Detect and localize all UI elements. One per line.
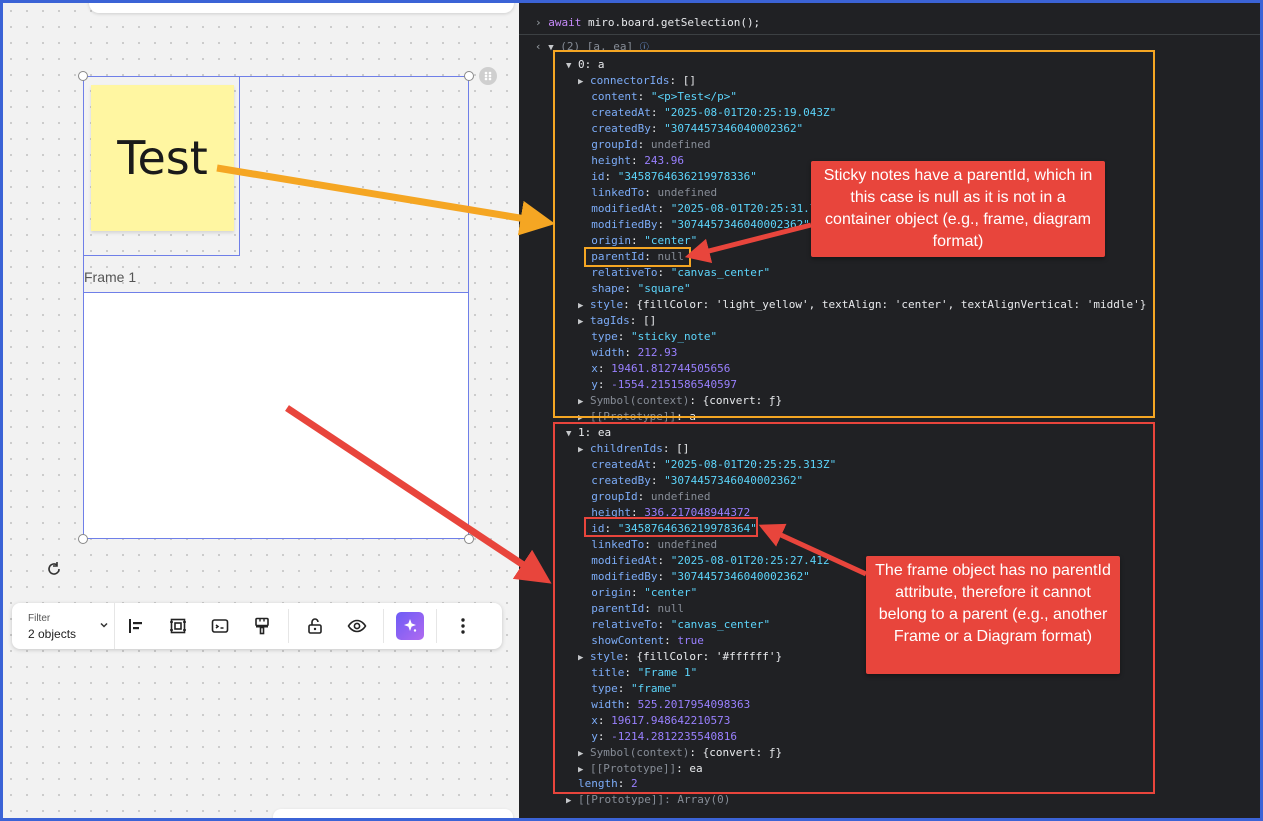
filter-value: 2 objects bbox=[28, 627, 77, 641]
frame-label[interactable]: Frame 1 bbox=[84, 269, 136, 285]
toolbar-divider bbox=[436, 609, 437, 643]
callout-sticky-parentid: Sticky notes have a parentId, which in t… bbox=[811, 161, 1105, 257]
drag-handle-icon[interactable] bbox=[479, 67, 497, 85]
miro-canvas[interactable]: Test Frame 1 Filter 2 objects bbox=[3, 3, 519, 818]
resize-handle-bottom-left[interactable] bbox=[78, 534, 88, 544]
format-painter-icon[interactable] bbox=[241, 603, 283, 649]
console-command[interactable]: › await miro.board.getSelection(); bbox=[535, 16, 760, 30]
bottom-panel-edge bbox=[273, 809, 513, 818]
console-divider bbox=[519, 34, 1260, 35]
filter-dropdown[interactable]: Filter 2 objects bbox=[12, 603, 115, 649]
more-options-icon[interactable] bbox=[442, 603, 484, 649]
highlight-id bbox=[584, 517, 758, 537]
rotate-icon[interactable] bbox=[45, 560, 63, 578]
sticky-note[interactable]: Test bbox=[91, 85, 234, 231]
resize-handle-top-right[interactable] bbox=[464, 71, 474, 81]
align-icon[interactable] bbox=[115, 603, 157, 649]
top-toolbar-edge bbox=[89, 3, 514, 13]
toolbar-divider bbox=[288, 609, 289, 643]
ai-sparkle-button[interactable] bbox=[389, 603, 431, 649]
highlight-parentid bbox=[584, 247, 691, 267]
filter-label: Filter bbox=[28, 613, 51, 624]
present-icon[interactable] bbox=[199, 603, 241, 649]
toolbar-divider bbox=[383, 609, 384, 643]
devtools-console: › await miro.board.getSelection(); ‹ ▼ (… bbox=[519, 3, 1260, 818]
resize-handle-bottom-right[interactable] bbox=[464, 534, 474, 544]
return-arrow-icon: ‹ bbox=[535, 40, 542, 53]
ai-sparkle-icon bbox=[396, 612, 424, 640]
resize-handle-top-left[interactable] bbox=[78, 71, 88, 81]
chevron-down-icon bbox=[99, 620, 109, 633]
eye-icon[interactable] bbox=[336, 603, 378, 649]
prompt-chevron-icon: › bbox=[535, 16, 542, 29]
unlock-icon[interactable] bbox=[294, 603, 336, 649]
callout-frame-parentid: The frame object has no parentId attribu… bbox=[866, 556, 1120, 674]
sticky-note-text: Test bbox=[117, 131, 208, 185]
console-line-array-proto[interactable]: ▶ [[Prototype]]: Array(0) bbox=[566, 793, 730, 808]
frame-icon[interactable] bbox=[157, 603, 199, 649]
expand-triangle-icon: ▶ bbox=[566, 796, 572, 806]
context-toolbar: Filter 2 objects bbox=[12, 603, 502, 649]
